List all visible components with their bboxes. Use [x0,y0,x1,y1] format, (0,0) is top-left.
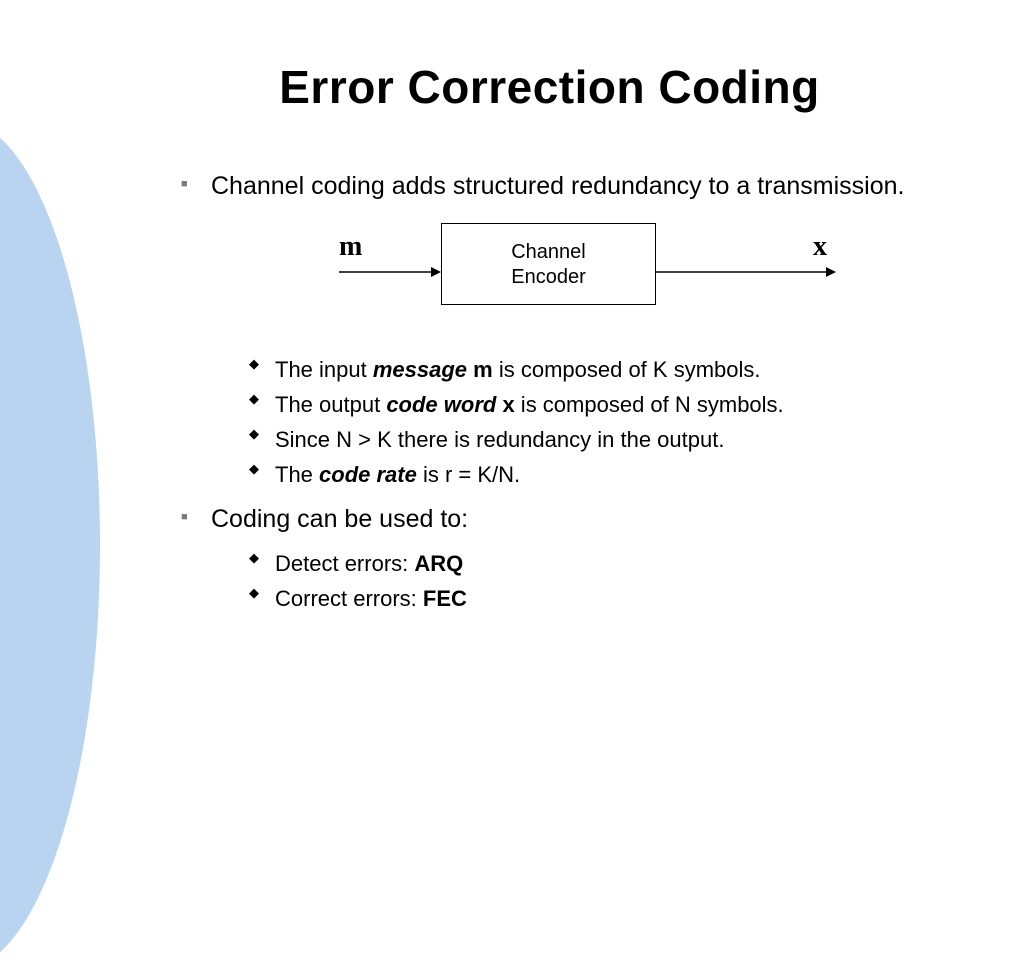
sub-bullet-item: The input message m is composed of K sym… [247,352,954,387]
em-text: message [373,357,467,382]
bullet-list-level2: Detect errors: ARQ Correct errors: FEC [247,546,954,616]
text: The output [275,392,386,417]
bullet-text: Coding can be used to: [211,505,468,533]
text: Detect errors: [275,551,414,576]
slide-title: Error Correction Coding [145,60,954,114]
bullet-item: Channel coding adds structured redundanc… [175,170,954,493]
text: The input [275,357,373,382]
sub-bullet-item: The code rate is r = K/N. [247,457,954,492]
bullet-list-level1: Channel coding adds structured redundanc… [175,170,954,617]
text: is r = K/N. [417,462,520,487]
box-line2: Encoder [442,265,655,290]
arrow-input-icon [339,265,441,289]
sub-bullet-item: Correct errors: FEC [247,581,954,616]
em-text: code rate [319,462,417,487]
text: Correct errors: [275,586,423,611]
box-line1: Channel [442,240,655,265]
bullet-list-level2: The input message m is composed of K sym… [247,352,954,493]
text: is composed of N symbols. [515,392,784,417]
sub-bullet-item: Detect errors: ARQ [247,546,954,581]
bullet-text: Channel coding adds structured redundanc… [211,172,904,200]
bold-text: x [496,392,514,417]
text: The [275,462,319,487]
channel-encoder-diagram: m Channel Encoder x [321,220,881,330]
text: is composed of K symbols. [493,357,761,382]
slide-content: Error Correction Coding Channel coding a… [0,0,1024,617]
diagram-input-label: m [339,228,362,266]
bullet-item: Coding can be used to: Detect errors: AR… [175,503,954,617]
bold-text: m [467,357,493,382]
sub-bullet-item: The output code word x is composed of N … [247,387,954,422]
diagram-output-label: x [813,228,827,266]
arrow-output-icon [656,265,836,289]
encoder-box: Channel Encoder [441,223,656,305]
bold-text: ARQ [414,551,463,576]
em-text: code word [386,392,496,417]
bold-text: FEC [423,586,467,611]
text: Since N > K there is redundancy in the o… [275,427,724,452]
sub-bullet-item: Since N > K there is redundancy in the o… [247,422,954,457]
